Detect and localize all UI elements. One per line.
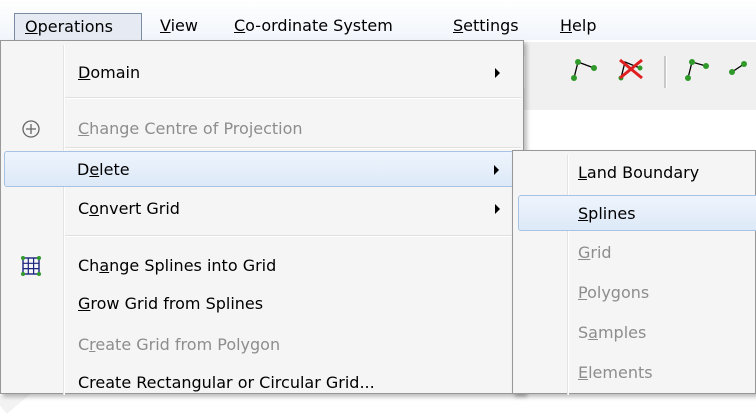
menu-separator	[65, 235, 521, 237]
menu-item-change-centre-label: Change Centre of Projection	[78, 119, 303, 138]
submenu-item-samples-label: Samples	[578, 323, 647, 342]
menu-item-change-centre[interactable]: Change Centre of Projection	[4, 111, 520, 147]
menu-coordinate-system[interactable]: Co-ordinate System	[234, 13, 393, 39]
menu-item-change-splines-into-grid[interactable]: Change Splines into Grid	[4, 248, 520, 284]
delete-spline-button[interactable]	[612, 50, 650, 88]
menu-coordinate-system-label: o-ordinate System	[245, 16, 393, 35]
operations-menu: Domain Change Centre of Projection Delet…	[0, 40, 524, 395]
spline-tool-button[interactable]	[566, 50, 604, 88]
submenu-item-polygons[interactable]: Polygons	[518, 275, 756, 311]
submenu-arrow-icon	[495, 68, 500, 78]
submenu-arrow-icon	[494, 165, 499, 175]
submenu-item-polygons-label: Polygons	[578, 283, 650, 302]
spline-insert-icon	[729, 61, 747, 75]
menu-settings-label: ettings	[463, 16, 519, 35]
submenu-item-elements-label: Elements	[578, 363, 653, 382]
menu-item-convert-grid[interactable]: Convert Grid	[4, 191, 520, 227]
submenu-item-elements[interactable]: Elements	[518, 355, 756, 391]
menu-item-delete[interactable]: Delete	[4, 151, 520, 187]
menu-settings[interactable]: Settings	[453, 13, 519, 39]
menu-help-label: elp	[572, 16, 597, 35]
submenu-item-land-boundary-label: Land Boundary	[578, 163, 700, 182]
menu-item-domain[interactable]: Domain	[4, 55, 520, 91]
grid-icon	[20, 255, 42, 277]
menu-item-grow-grid-label: Grow Grid from Splines	[78, 294, 264, 313]
menu-help-mnemonic: H	[560, 16, 573, 35]
menu-item-grow-grid[interactable]: Grow Grid from Splines	[4, 286, 520, 322]
submenu-item-samples[interactable]: Samples	[518, 315, 756, 351]
delete-submenu: Land Boundary Splines Grid Polygons Samp…	[512, 150, 756, 395]
submenu-item-grid-label: Grid	[578, 243, 612, 262]
menu-item-delete-label: Delete	[77, 160, 130, 179]
spline-move-icon	[685, 59, 709, 81]
circle-plus-icon	[20, 118, 42, 140]
menu-item-create-grid-from-polygon[interactable]: Create Grid from Polygon	[4, 327, 520, 363]
menu-view-mnemonic: V	[160, 16, 171, 35]
menu-help[interactable]: Help	[560, 13, 596, 39]
menu-item-convert-grid-label: Convert Grid	[78, 199, 180, 218]
toolbar-separator	[664, 56, 667, 88]
menu-bar: Operations View Co-ordinate System Setti…	[0, 0, 756, 41]
menu-operations[interactable]: Operations	[14, 13, 142, 41]
menu-separator	[65, 97, 521, 99]
menu-operations-label: perations	[37, 17, 113, 36]
menu-operations-mnemonic: O	[25, 17, 38, 36]
submenu-item-splines[interactable]: Splines	[518, 195, 756, 231]
menu-item-create-grid-from-polygon-label: Create Grid from Polygon	[78, 335, 281, 354]
menu-item-change-splines-into-grid-label: Change Splines into Grid	[78, 256, 277, 275]
submenu-item-grid[interactable]: Grid	[518, 235, 756, 271]
menu-item-create-rectangular-grid-label: Create Rectangular or Circular Grid...	[78, 373, 375, 392]
menu-coordinate-system-mnemonic: C	[234, 16, 246, 35]
spline-insert-button[interactable]	[726, 50, 756, 88]
menu-view-label: iew	[170, 16, 198, 35]
move-spline-button[interactable]	[680, 50, 718, 88]
submenu-item-splines-label: Splines	[578, 204, 636, 223]
menu-separator	[65, 147, 521, 149]
toolbar	[500, 42, 756, 111]
menu-item-domain-label: Domain	[78, 63, 141, 82]
workspace-area	[520, 110, 756, 151]
menu-item-create-rectangular-grid[interactable]: Create Rectangular or Circular Grid...	[4, 365, 520, 401]
menu-settings-mnemonic: S	[453, 16, 464, 35]
submenu-item-land-boundary[interactable]: Land Boundary	[518, 155, 756, 191]
submenu-arrow-icon	[495, 204, 500, 214]
spline-icon	[571, 59, 597, 81]
menu-view[interactable]: View	[160, 13, 198, 39]
delete-spline-icon	[618, 58, 643, 81]
